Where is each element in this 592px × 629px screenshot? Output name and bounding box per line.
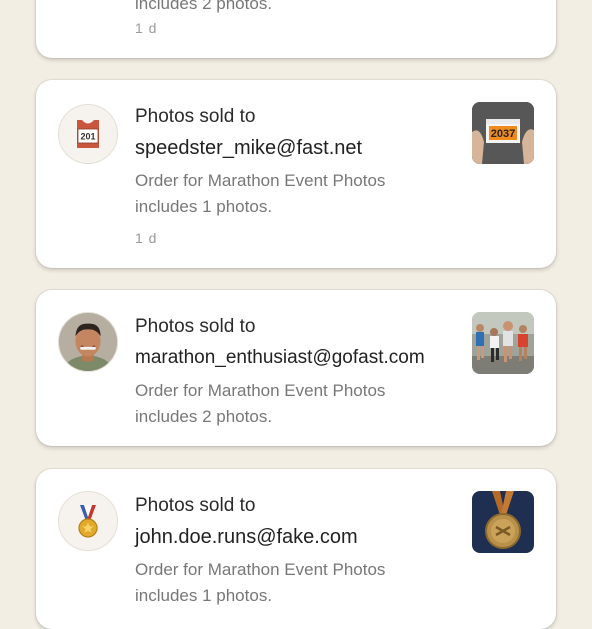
- notification-title: Photos sold to: [135, 316, 256, 337]
- notification-time: 1 d: [135, 20, 158, 36]
- notification-card[interactable]: Photos sold to marathon_enthusiast@gofas…: [36, 290, 556, 446]
- marathon-runners-photo[interactable]: [472, 312, 534, 374]
- avatar-bib-number: 201: [80, 132, 95, 142]
- notification-card[interactable]: Photos sold to john.doe.runs@fake.com Or…: [36, 469, 556, 629]
- notification-description-line2: includes 1 photos.: [135, 586, 273, 605]
- notification-card[interactable]: includes 2 photos. 1 d: [36, 0, 556, 58]
- notification-title: Photos sold to: [135, 106, 256, 127]
- notification-description-line2: includes 2 photos.: [135, 0, 273, 13]
- runner-portrait: [58, 312, 118, 372]
- notification-description-line1: Order for Marathon Event Photos: [135, 560, 386, 579]
- notification-card[interactable]: 201 Photos sold to speedster_mike@fast.n…: [36, 80, 556, 268]
- notification-title: Photos sold to: [135, 495, 256, 516]
- notification-description-line2: includes 1 photos.: [135, 197, 273, 216]
- notification-description-line1: Order for Marathon Event Photos: [135, 171, 386, 190]
- medal-icon: [58, 491, 118, 551]
- notification-time: 1 d: [135, 230, 158, 246]
- finisher-medal-photo[interactable]: [472, 491, 534, 553]
- buyer-email: marathon_enthusiast@gofast.com: [135, 347, 425, 368]
- notification-description-line1: Order for Marathon Event Photos: [135, 381, 386, 400]
- runner-bib-photo[interactable]: 2037: [472, 102, 534, 164]
- race-bib-icon: 201: [58, 104, 118, 164]
- notification-description-line2: includes 2 photos.: [135, 407, 273, 426]
- buyer-email: john.doe.runs@fake.com: [135, 526, 358, 548]
- buyer-email: speedster_mike@fast.net: [135, 137, 363, 159]
- thumbnail-bib-number: 2037: [491, 128, 515, 140]
